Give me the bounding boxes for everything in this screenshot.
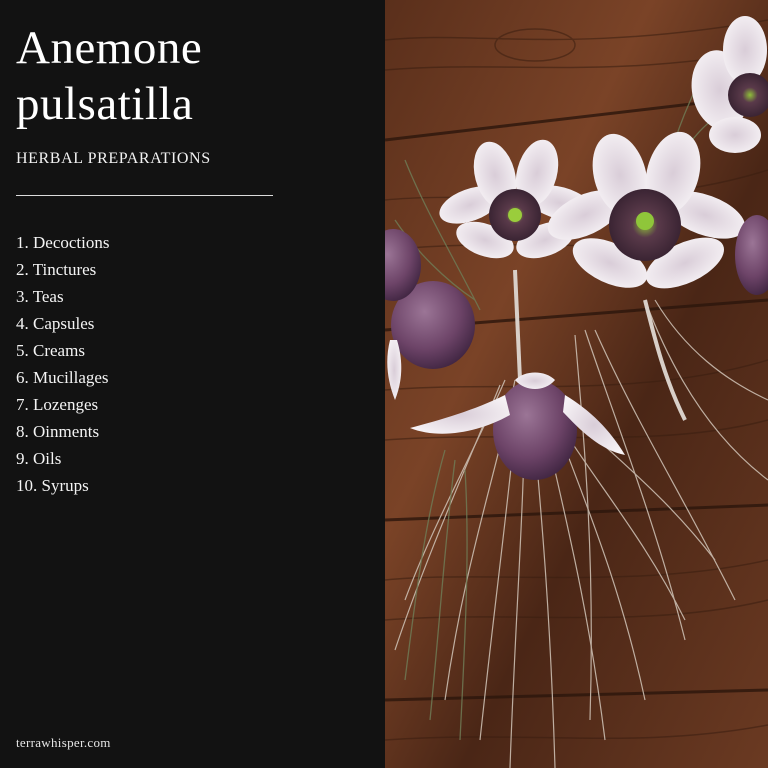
text-panel: Anemone pulsatilla HERBAL PREPARATIONS 1…: [0, 0, 385, 768]
divider: [16, 195, 273, 196]
subtitle: HERBAL PREPARATIONS: [16, 150, 211, 167]
list-item: 5. Creams: [16, 341, 85, 360]
list-item: 6. Mucillages: [16, 368, 109, 387]
page-title: Anemone pulsatilla: [16, 20, 202, 132]
list-item: 10. Syrups: [16, 476, 89, 495]
title-line-1: Anemone: [16, 22, 203, 74]
list-item: 1. Decoctions: [16, 233, 110, 252]
list-item: 3. Teas: [16, 287, 64, 306]
title-line-2: pulsatilla: [16, 78, 194, 130]
list-item: 2. Tinctures: [16, 260, 97, 279]
list-item: 4. Capsules: [16, 314, 95, 333]
site-footer: terrawhisper.com: [16, 735, 111, 750]
pasque-flower-photo: [385, 0, 768, 768]
photo-illustration: [385, 0, 768, 768]
list-item: 7. Lozenges: [16, 395, 99, 414]
preparations-list: 1. Decoctions 2. Tinctures 3. Teas 4. Ca…: [16, 229, 109, 499]
list-item: 8. Oinments: [16, 422, 100, 441]
page: Anemone pulsatilla HERBAL PREPARATIONS 1…: [0, 0, 768, 768]
list-item: 9. Oils: [16, 449, 62, 468]
